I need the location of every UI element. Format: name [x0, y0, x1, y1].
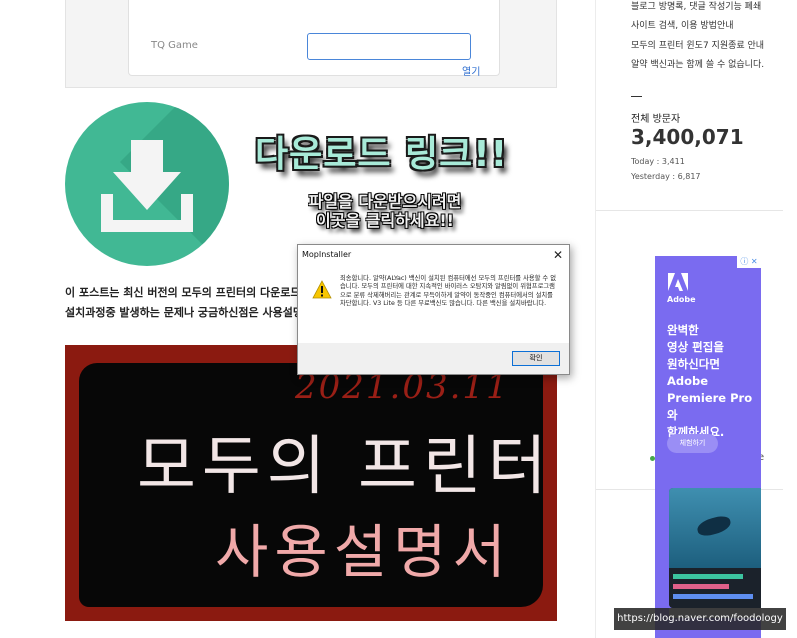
ad-copy-line: Premiere Pro와 — [667, 391, 753, 422]
game-input[interactable] — [307, 33, 471, 60]
poster-subtitle: 사용설명서 — [215, 518, 512, 586]
poster-title: 모두의 프린터 — [137, 430, 553, 504]
ok-button[interactable]: 확인 — [512, 351, 560, 366]
warning-icon — [312, 280, 332, 299]
sidebar-dash — [631, 96, 642, 97]
ad-trial-button[interactable]: 체험하기 — [667, 434, 718, 453]
post-text-line-1: 이 포스트는 최신 버전의 모두의 프린터의 다운로드와 — [65, 286, 311, 299]
visitors-yesterday: Yesterday : 6,817 — [631, 172, 701, 181]
dialog-message: 죄송합니다. 알약(ALYac) 백신이 설치된 컴퓨터에선 모두의 프린터를 … — [340, 275, 557, 308]
visitors-label: 전체 방문자 — [631, 114, 681, 125]
adobe-ad[interactable]: ⓘ ✕ Adobe 완벽한 영상 편집을 원하신다면 Adobe Premier… — [655, 256, 761, 638]
ad-brand: Adobe — [667, 295, 696, 304]
visitors-today: Today : 3,411 — [631, 157, 685, 166]
ad-copy-line: Adobe — [667, 374, 709, 388]
sidebar-link-win7[interactable]: 모두의 프린터 윈도7 지원종료 안내 — [631, 38, 764, 51]
visitors-total: 3,400,071 — [631, 125, 744, 149]
open-link[interactable]: 열기 — [462, 63, 480, 78]
dialog-title: MopInstaller — [302, 250, 352, 259]
close-icon[interactable]: ✕ — [553, 248, 563, 262]
download-link-subtitle[interactable]: 파일을 다운받으시려면 이곳을 클릭하세요!! — [285, 192, 485, 230]
sidebar-divider — [595, 0, 596, 638]
sidebar-link-alyac[interactable]: 알약 백신과는 함께 쓸 수 없습니다. — [631, 57, 764, 70]
ad-laptop-image — [669, 488, 761, 608]
post-text-line-2: 설치과정중 발생하는 문제나 궁금하신점은 사용설명서 — [65, 306, 314, 319]
game-label: TQ Game — [151, 40, 198, 51]
embed-container: TQ Game 열기 — [65, 0, 557, 88]
ad-copy-line: 원하신다면 — [667, 357, 720, 371]
download-link-title[interactable]: 다운로드 링크!! — [255, 125, 508, 177]
ad-close-icon[interactable]: ⓘ ✕ — [737, 256, 761, 268]
adobe-logo-icon — [668, 273, 688, 291]
ad-copy-line: 완벽한 — [667, 323, 699, 337]
manual-poster: 2021.03.11 모두의 프린터 사용설명서 — [65, 345, 557, 621]
blog-url-watermark: https://blog.naver.com/foodology — [614, 608, 786, 630]
installer-dialog: MopInstaller ✕ 죄송합니다. 알약(ALYac) 백신이 설치된 … — [297, 244, 570, 375]
ad-copy: 완벽한 영상 편집을 원하신다면 Adobe Premiere Pro와 함께하… — [667, 322, 759, 441]
ad-copy-line: 영상 편집을 — [667, 340, 724, 354]
sidebar-link-search[interactable]: 사이트 검색, 이용 방법안내 — [631, 18, 734, 31]
subtitle-line-1: 파일을 다운받으시려면 — [308, 192, 462, 211]
embed-card: TQ Game 열기 — [128, 0, 500, 78]
sidebar-link-guestbook[interactable]: 블로그 방명록, 댓글 작성기능 폐쇄 — [631, 0, 761, 12]
subtitle-line-2: 이곳을 클릭하세요!! — [316, 211, 454, 230]
sidebar-separator — [596, 210, 783, 211]
dialog-body: 죄송합니다. 알약(ALYac) 백신이 설치된 컴퓨터에선 모두의 프린터를 … — [298, 267, 569, 343]
download-icon[interactable] — [65, 102, 229, 266]
dialog-titlebar[interactable]: MopInstaller ✕ — [298, 245, 569, 267]
